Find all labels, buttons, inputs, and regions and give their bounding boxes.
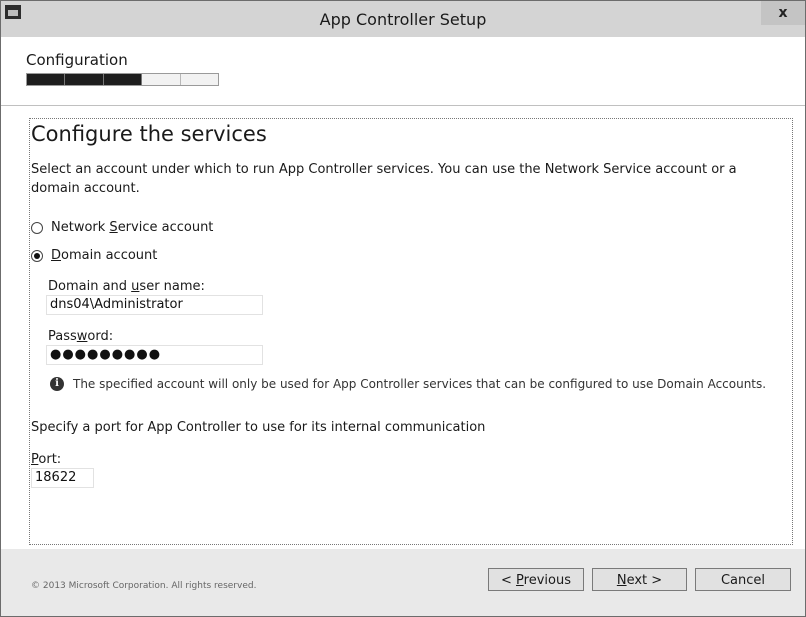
- progress-segment: [142, 74, 181, 85]
- window-title: App Controller Setup: [319, 10, 487, 29]
- header-title: Configuration: [26, 51, 128, 69]
- progress-bar: [26, 73, 219, 86]
- wizard-header: Configuration: [1, 37, 805, 106]
- wizard-footer: © 2013 Microsoft Corporation. All rights…: [1, 549, 805, 616]
- domain-account-radio[interactable]: [31, 249, 43, 262]
- port-input[interactable]: 18622: [31, 468, 94, 488]
- password-input[interactable]: ●●●●●●●●●: [46, 345, 263, 365]
- page-description: Select an account under which to run App…: [31, 162, 737, 196]
- progress-segment: [181, 74, 218, 85]
- close-icon: x: [778, 5, 788, 21]
- progress-segment: [27, 74, 66, 85]
- title-bar: App Controller Setup x: [1, 1, 805, 37]
- port-description: Specify a port for App Controller to use…: [31, 420, 486, 435]
- copyright-text: © 2013 Microsoft Corporation. All rights…: [31, 581, 257, 591]
- close-button[interactable]: x: [761, 1, 805, 25]
- info-note: i The specified account will only be use…: [50, 377, 766, 391]
- domain-user-input[interactable]: dns04\Administrator: [46, 295, 263, 315]
- setup-window: App Controller Setup x Configuration Con…: [0, 0, 806, 617]
- domain-user-label: Domain and user name:: [48, 279, 205, 294]
- page-heading: Configure the services: [31, 122, 267, 146]
- cancel-button[interactable]: Cancel: [695, 568, 791, 591]
- progress-segment: [65, 74, 104, 85]
- domain-account-label: Domain account: [51, 248, 158, 263]
- previous-button[interactable]: < Previous: [488, 568, 584, 591]
- network-service-option[interactable]: Network Service account: [31, 220, 213, 235]
- info-text: The specified account will only be used …: [73, 377, 767, 391]
- info-icon: i: [50, 377, 64, 391]
- network-service-radio[interactable]: [31, 221, 43, 234]
- domain-account-option[interactable]: Domain account: [31, 248, 157, 263]
- port-label: Port:: [31, 452, 62, 467]
- password-label: Password:: [48, 329, 114, 344]
- next-button[interactable]: Next >: [592, 568, 687, 591]
- progress-segment: [103, 74, 143, 85]
- network-service-label: Network Service account: [51, 220, 214, 235]
